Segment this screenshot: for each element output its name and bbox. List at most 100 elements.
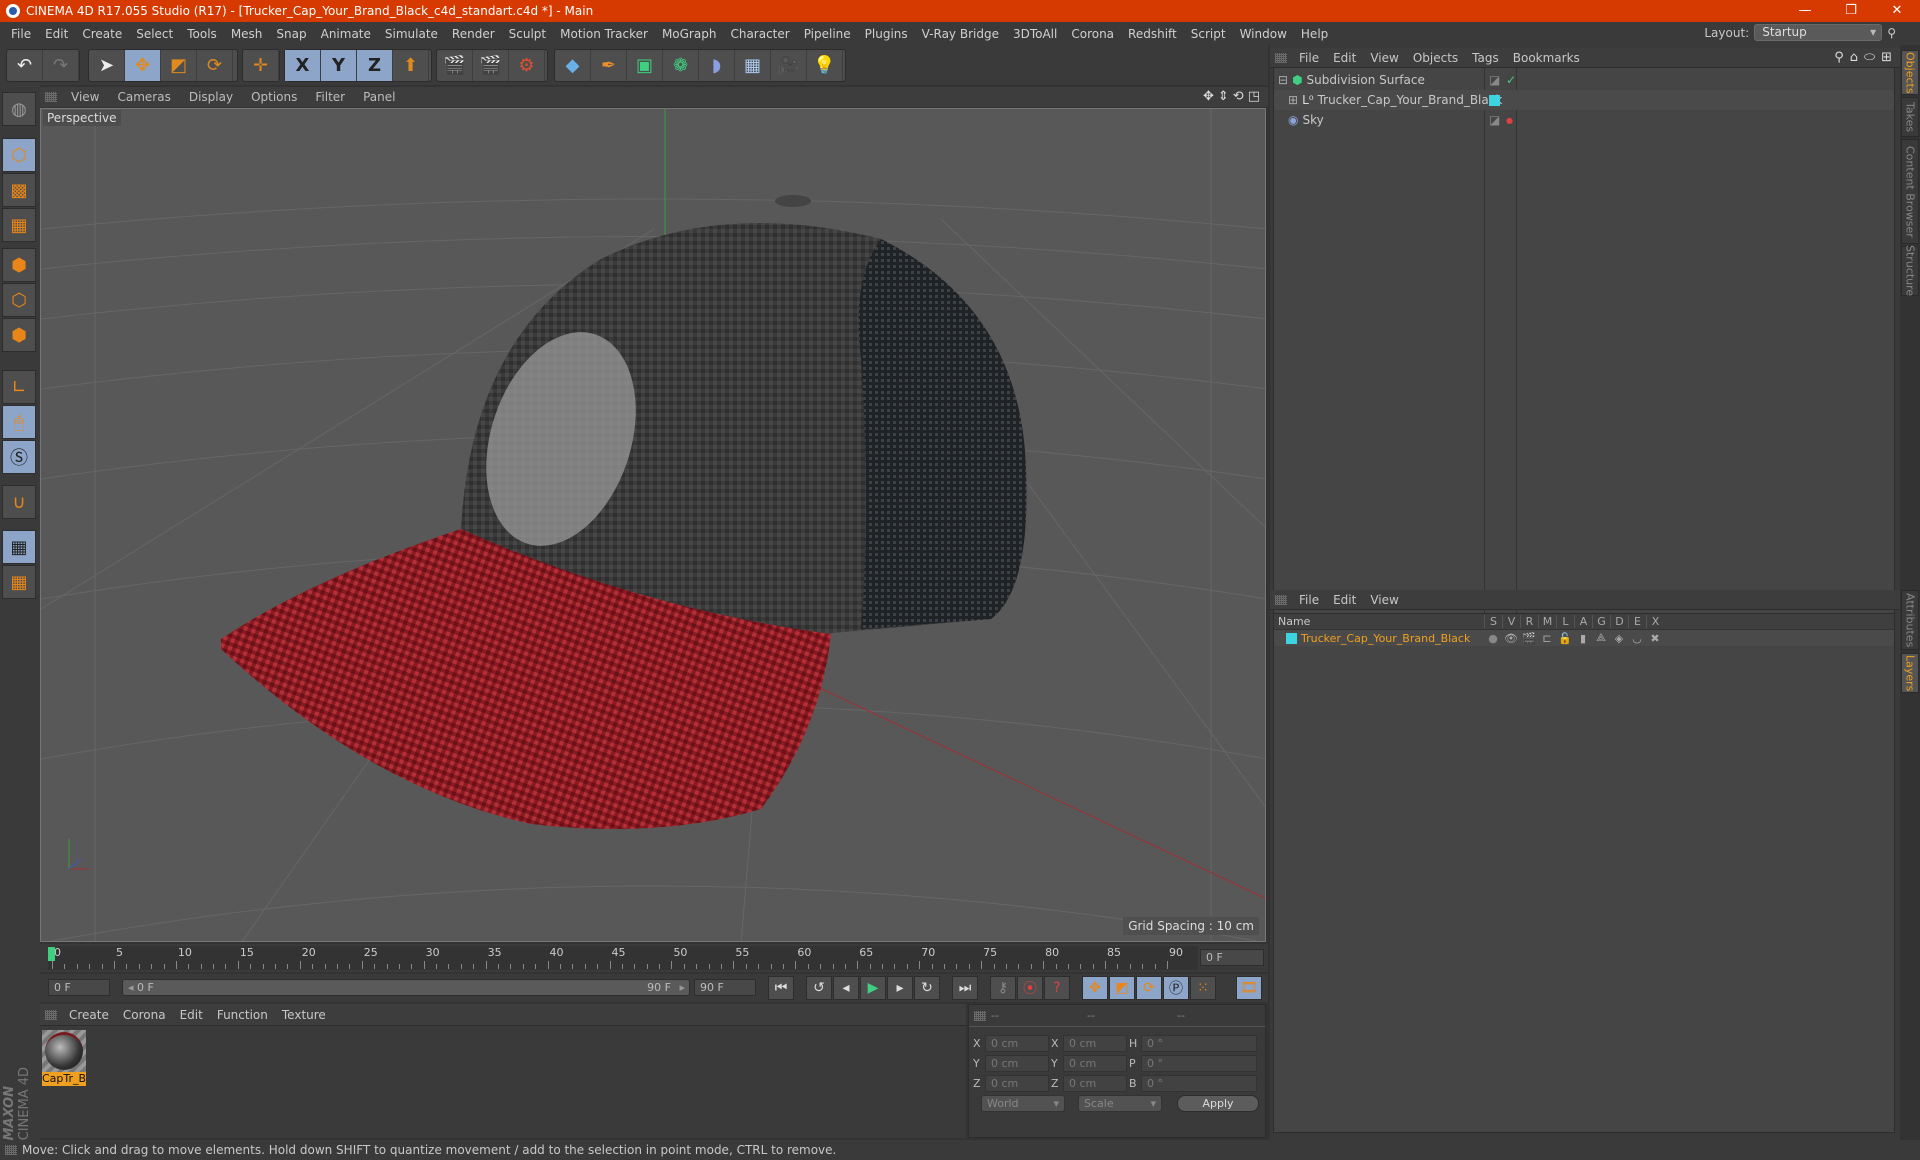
snap-settings-icon[interactable]: Ⓢ [2, 440, 36, 474]
menu-vray-bridge[interactable]: V-Ray Bridge [915, 27, 1006, 41]
texture-mode-icon[interactable]: ▩ [2, 173, 36, 207]
deformer-icon[interactable]: ◗ [699, 50, 735, 81]
lm-menu-file[interactable]: File [1292, 593, 1326, 607]
layer-row[interactable]: Trucker_Cap_Your_Brand_Black ● 👁 🎬 ⊏ 🔓 ▮… [1274, 630, 1894, 646]
menu-render[interactable]: Render [445, 27, 502, 41]
om-menu-tags[interactable]: Tags [1465, 51, 1506, 65]
axis-mode-icon[interactable]: ∟ [2, 370, 36, 404]
col-xref[interactable]: X [1646, 615, 1664, 628]
mat-menu-edit[interactable]: Edit [173, 1008, 210, 1022]
maximize-icon[interactable]: ◳ [1248, 89, 1260, 104]
render-off-dot-icon[interactable]: ● [1506, 116, 1513, 125]
tweak-mode-icon[interactable]: 🖱 [2, 405, 36, 439]
menu-mograph[interactable]: MoGraph [655, 27, 724, 41]
redo-icon[interactable]: ↷ [43, 50, 79, 81]
lm-menu-edit[interactable]: Edit [1326, 593, 1363, 607]
menu-redshift[interactable]: Redshift [1121, 27, 1184, 41]
col-expressions[interactable]: E [1628, 615, 1646, 628]
workplane-align-icon[interactable]: ▦ [2, 565, 36, 599]
auto-keying-icon[interactable]: ⦿ [1017, 976, 1043, 1000]
edges-mode-icon[interactable]: ⬡ [2, 283, 36, 317]
render-clapper-icon[interactable]: 🎬 [1520, 632, 1538, 645]
mat-menu-corona[interactable]: Corona [116, 1008, 173, 1022]
points-mode-icon[interactable]: ⬢ [2, 248, 36, 282]
search-icon[interactable]: ⚲ [1887, 26, 1896, 40]
live-move-icon[interactable]: ✛ [243, 50, 279, 81]
previous-frame-button[interactable]: ◂ [833, 976, 859, 1000]
menu-edit[interactable]: Edit [38, 27, 75, 41]
record-rotation-icon[interactable]: ⟳ [1136, 976, 1162, 1000]
col-deformers[interactable]: D [1610, 615, 1628, 628]
om-menu-file[interactable]: File [1292, 51, 1326, 65]
col-locked[interactable]: L [1556, 615, 1574, 628]
timeline-window-icon[interactable]: 🎞 [1236, 976, 1262, 1000]
tab-structure[interactable]: Structure [1901, 245, 1919, 297]
layer-color-swatch[interactable] [1286, 632, 1297, 644]
record-parameter-icon[interactable]: Ⓟ [1163, 976, 1189, 1000]
menu-animate[interactable]: Animate [314, 27, 378, 41]
start-frame-field[interactable]: 0 F [48, 979, 110, 996]
pan-icon[interactable]: ✥ [1203, 89, 1214, 104]
z-axis-icon[interactable]: Z [357, 50, 393, 81]
undo-icon[interactable]: ↶ [7, 50, 43, 81]
play-button[interactable]: ▶ [860, 976, 886, 1000]
dolly-icon[interactable]: ⇕ [1218, 89, 1229, 104]
generators-icon[interactable]: ⟁ [1592, 631, 1610, 645]
tab-content-browser[interactable]: Content Browser [1901, 139, 1919, 244]
col-animation[interactable]: A [1574, 615, 1592, 628]
light-icon[interactable]: 💡 [807, 50, 843, 81]
next-keyframe-button[interactable]: ↻ [914, 976, 940, 1000]
om-menu-objects[interactable]: Objects [1406, 51, 1465, 65]
close-button[interactable]: ✕ [1874, 0, 1920, 22]
record-keys-icon[interactable]: ⚷ [990, 976, 1016, 1000]
render-view-icon[interactable]: 🎬 [437, 50, 473, 81]
grip-icon[interactable] [974, 1010, 986, 1021]
menu-mesh[interactable]: Mesh [224, 27, 270, 41]
cube-icon[interactable]: ◆ [555, 50, 591, 81]
menu-pipeline[interactable]: Pipeline [797, 27, 858, 41]
menu-corona[interactable]: Corona [1064, 27, 1121, 41]
grip-icon[interactable] [45, 1009, 57, 1020]
coord-field[interactable]: 0 cm [1063, 1055, 1127, 1072]
grip-icon[interactable] [45, 92, 57, 102]
manager-icon[interactable]: ⊏ [1538, 632, 1556, 645]
coordinate-system-icon[interactable]: ⬆ [393, 50, 429, 81]
lock-icon[interactable]: 🔓 [1556, 632, 1574, 645]
select-icon[interactable]: ➤ [89, 50, 125, 81]
render-settings-icon[interactable]: ⚙ [509, 50, 545, 81]
record-position-icon[interactable]: ✥ [1082, 976, 1108, 1000]
grip-icon[interactable] [1275, 594, 1287, 605]
home-icon[interactable]: ⌂ [1850, 50, 1858, 65]
playhead[interactable] [48, 947, 55, 961]
col-render[interactable]: R [1520, 615, 1538, 628]
mat-menu-function[interactable]: Function [210, 1008, 275, 1022]
render-picture-viewer-icon[interactable]: 🎬 [473, 50, 509, 81]
coord-field[interactable]: 0 ° [1141, 1035, 1257, 1052]
camera-icon[interactable]: 🎥 [771, 50, 807, 81]
collapse-icon[interactable]: ⊟ [1278, 73, 1288, 87]
current-frame-field[interactable]: 0 F [1200, 949, 1264, 966]
lm-menu-view[interactable]: View [1363, 593, 1405, 607]
coord-field[interactable]: 0 ° [1141, 1055, 1257, 1072]
workplane-lock-icon[interactable]: ▦ [2, 530, 36, 564]
subdivision-icon[interactable]: ▣ [627, 50, 663, 81]
grip-icon[interactable] [1275, 52, 1287, 63]
new-window-icon[interactable]: ⊞ [1881, 50, 1892, 65]
search-icon[interactable]: ⚲ [1834, 50, 1844, 65]
material-swatch[interactable]: CapTr_B [42, 1030, 86, 1088]
object-row-sky[interactable]: ◉ Sky ◪ ● [1274, 110, 1894, 130]
cloner-icon[interactable]: ❁ [663, 50, 699, 81]
range-left-arrow-icon[interactable]: ◂ [128, 981, 134, 994]
polygons-mode-icon[interactable]: ⬢ [2, 318, 36, 352]
coord-field[interactable]: 0 ° [1141, 1075, 1257, 1092]
coord-field[interactable]: 0 cm [1063, 1075, 1127, 1092]
camera-label[interactable]: Perspective [43, 110, 121, 126]
mode-dropdown[interactable]: Scale ▾ [1078, 1095, 1162, 1112]
tab-objects[interactable]: Objects [1901, 50, 1919, 95]
tab-layers[interactable]: Layers [1901, 653, 1919, 693]
deformers-icon[interactable]: ◈ [1610, 632, 1628, 645]
menu-file[interactable]: File [4, 27, 38, 41]
viewport-menu-panel[interactable]: Panel [354, 90, 404, 104]
viewport-menu-display[interactable]: Display [180, 90, 242, 104]
rotate-icon[interactable]: ⟳ [197, 50, 233, 81]
